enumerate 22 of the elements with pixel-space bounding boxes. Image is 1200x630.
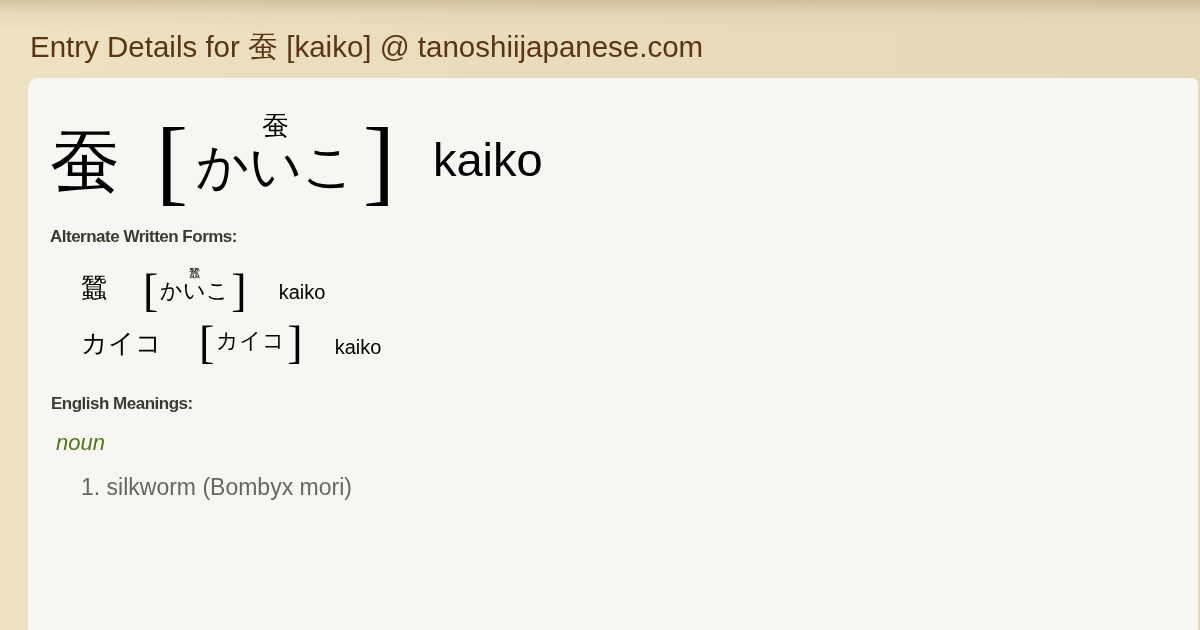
headword: 蚕 [50,128,120,198]
written-form: 蠶 [81,275,108,302]
open-bracket: [ [156,113,188,209]
section-heading: English Meanings: [51,393,193,415]
close-bracket: ] [231,267,247,314]
open-bracket: [ [199,319,215,366]
close-bracket: ] [287,319,303,366]
romaji-reading: kaiko [278,281,326,302]
written-form: カイコ [81,330,163,357]
kana-reading: かいこ [160,279,230,303]
kana-reading: かいこ [195,140,355,195]
part-of-speech: noun [56,429,105,457]
romaji-reading: kaiko [334,336,382,357]
furigana: 蚕 [261,113,289,141]
meaning-text: 1. silkworm (Bombyx mori) [81,473,352,502]
furigana: 蠶 [189,268,201,280]
section-heading: Alternate Written Forms: [50,226,237,248]
page-title: Entry Details for 蚕 [kaiko] @ tanoshiijapanese.com [30,30,704,64]
romaji-reading: kaiko [432,135,543,183]
kana-reading: カイコ [216,328,286,353]
close-bracket: ] [362,113,395,209]
open-bracket: [ [143,267,159,314]
